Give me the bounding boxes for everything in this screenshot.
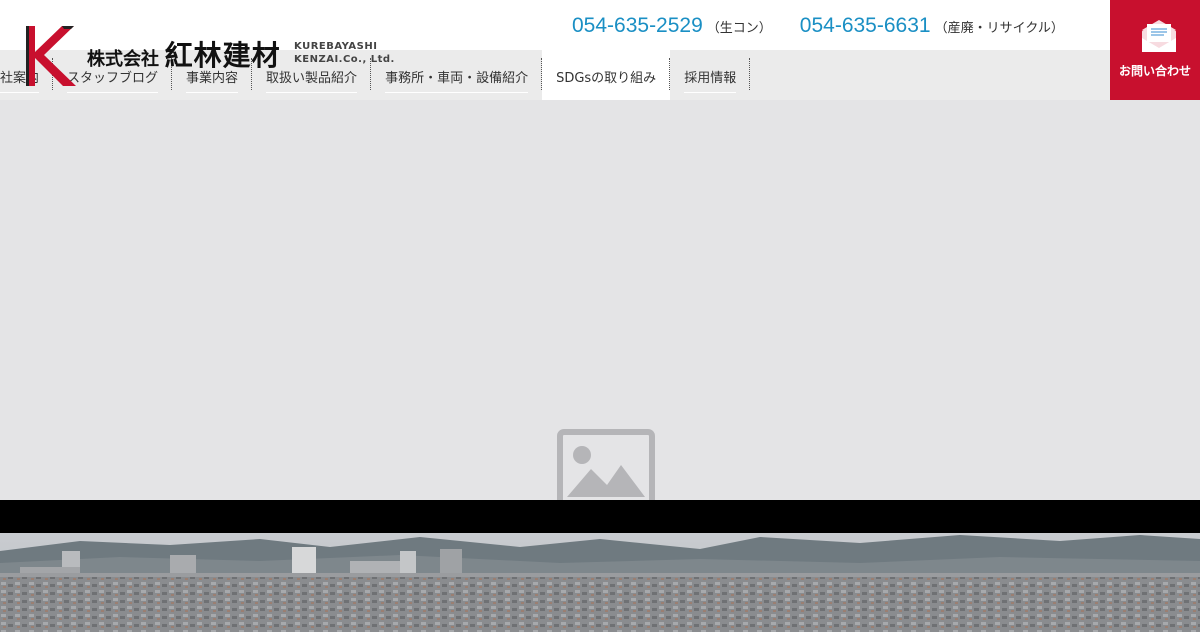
nav-item-sdgs[interactable]: SDGsの取り組み xyxy=(542,50,671,100)
nav-item-label: 採用情報 xyxy=(684,67,737,93)
site-logo[interactable]: 株式会社 紅林建材 KUREBAYASHI KENZAI.Co., Ltd. xyxy=(22,24,394,86)
logo-company-prefix: 株式会社 xyxy=(87,49,159,70)
logo-company-main: 紅林建材 xyxy=(164,39,281,72)
logo-english-line1: KUREBAYASHI xyxy=(294,41,378,52)
contact-button[interactable]: お問い合わせ xyxy=(1110,0,1200,100)
logo-k-mark-icon xyxy=(26,26,76,86)
hero-image-area xyxy=(0,100,1200,500)
phone-numbers: 054-635-2529 （生コン） 054-635-6631 （産廃・リサイク… xyxy=(572,14,1064,42)
site-header: 社案内 スタッフブログ 事業内容 取扱い製品紹介 事務所・車両・設備紹介 SDG… xyxy=(0,0,1200,100)
nav-item-label: 事務所・車両・設備紹介 xyxy=(385,67,529,93)
nav-item-recruit[interactable]: 採用情報 xyxy=(670,50,751,100)
city-panorama-image xyxy=(0,533,1200,632)
city-panorama-graphic xyxy=(0,533,1200,632)
phone-note-recycle: （産廃・リサイクル） xyxy=(934,21,1064,36)
phone-number-recycle[interactable]: 054-635-6631 xyxy=(800,14,931,38)
logo-english-line2: KENZAI.Co., Ltd. xyxy=(294,54,395,65)
logo-company-name: 株式会社 紅林建材 xyxy=(87,34,281,74)
logo-english-name: KUREBAYASHI KENZAI.Co., Ltd. xyxy=(294,40,395,66)
nav-item-facilities[interactable]: 事務所・車両・設備紹介 xyxy=(371,50,543,100)
contact-button-label: お問い合わせ xyxy=(1118,64,1191,78)
mail-icon xyxy=(1142,20,1176,52)
hero-black-band xyxy=(0,500,1200,533)
nav-item-label: SDGsの取り組み xyxy=(556,67,657,93)
phone-note-concrete: （生コン） xyxy=(706,21,772,36)
image-placeholder-icon xyxy=(557,429,655,500)
phone-number-concrete[interactable]: 054-635-2529 xyxy=(572,14,703,38)
